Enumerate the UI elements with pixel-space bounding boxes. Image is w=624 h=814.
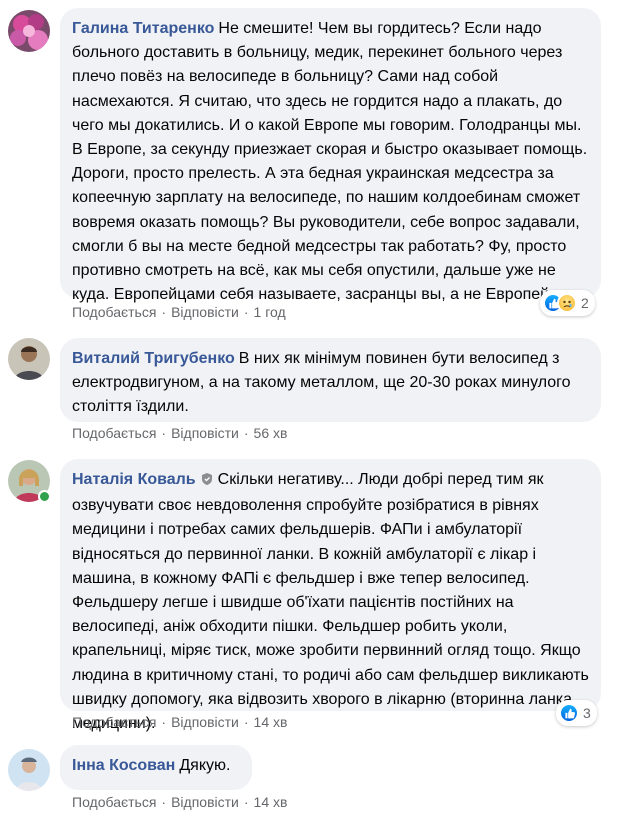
separator-dot: · xyxy=(243,794,249,810)
comment-text: Не смешите! Чем вы гордитесь? Если надо … xyxy=(72,20,588,304)
separator-dot: · xyxy=(243,714,249,730)
like-button[interactable]: Подобається xyxy=(72,425,156,441)
avatar[interactable] xyxy=(8,338,50,380)
separator-dot: · xyxy=(243,425,249,441)
comment-body: Наталія Коваль Скільки негативу... Люди д… xyxy=(72,468,589,736)
comment-body: Виталий Тригубенко В них як мінімум повин… xyxy=(72,347,589,420)
separator-dot: · xyxy=(243,304,249,320)
comment-author[interactable]: Наталія Коваль xyxy=(72,471,196,488)
comment-timestamp[interactable]: 1 год xyxy=(254,304,286,320)
comment-actions: Подобається · Відповісти · 14 хв xyxy=(72,712,287,732)
separator-dot: · xyxy=(161,304,167,320)
comment-bubble: Наталія Коваль Скільки негативу... Люди д… xyxy=(60,459,601,732)
comment-actions: Подобається · Відповісти · 56 хв xyxy=(72,423,287,443)
comment-timestamp[interactable]: 14 хв xyxy=(254,714,288,730)
comment-timestamp[interactable]: 56 хв xyxy=(254,425,288,441)
like-button[interactable]: Подобається xyxy=(72,794,156,810)
comment-author[interactable]: Виталий Тригубенко xyxy=(72,350,235,367)
comment-timestamp[interactable]: 14 хв xyxy=(254,794,288,810)
reply-button[interactable]: Відповісти xyxy=(171,425,239,441)
separator-dot: · xyxy=(161,425,167,441)
comment-body: Галина Титаренко Не смешите! Чем вы горди… xyxy=(72,17,589,307)
comment-actions: Подобається · Відповісти · 1 год xyxy=(72,302,286,322)
comment-bubble: Галина Титаренко Не смешите! Чем вы горди… xyxy=(60,8,601,303)
reactions-summary[interactable]: 3 xyxy=(556,700,597,726)
separator-dot: · xyxy=(161,714,167,730)
avatar[interactable] xyxy=(8,749,50,791)
like-icon xyxy=(559,703,579,723)
online-status-indicator xyxy=(38,490,51,503)
comment-text: Скільки негативу... Люди добрі перед тим… xyxy=(72,471,589,733)
avatar[interactable] xyxy=(8,10,50,52)
comment-body: Інна Косован Дякую. xyxy=(72,754,240,778)
comment-text: Дякую. xyxy=(179,757,231,774)
reply-button[interactable]: Відповісти xyxy=(171,304,239,320)
comment-author[interactable]: Галина Титаренко xyxy=(72,20,214,37)
comment-actions: Подобається · Відповісти · 14 хв xyxy=(72,792,287,812)
like-button[interactable]: Подобається xyxy=(72,304,156,320)
reply-button[interactable]: Відповісти xyxy=(171,714,239,730)
comment-bubble: Інна Косован Дякую. xyxy=(60,745,252,790)
like-button[interactable]: Подобається xyxy=(72,714,156,730)
reaction-count: 3 xyxy=(583,705,591,721)
separator-dot: · xyxy=(161,794,167,810)
shield-icon xyxy=(200,470,214,494)
reactions-summary[interactable]: 2 xyxy=(540,290,595,316)
comment-author[interactable]: Інна Косован xyxy=(72,757,175,774)
comment-bubble: Виталий Тригубенко В них як мінімум повин… xyxy=(60,338,601,422)
reply-button[interactable]: Відповісти xyxy=(171,794,239,810)
reaction-count: 2 xyxy=(581,295,589,311)
sad-icon xyxy=(557,293,577,313)
